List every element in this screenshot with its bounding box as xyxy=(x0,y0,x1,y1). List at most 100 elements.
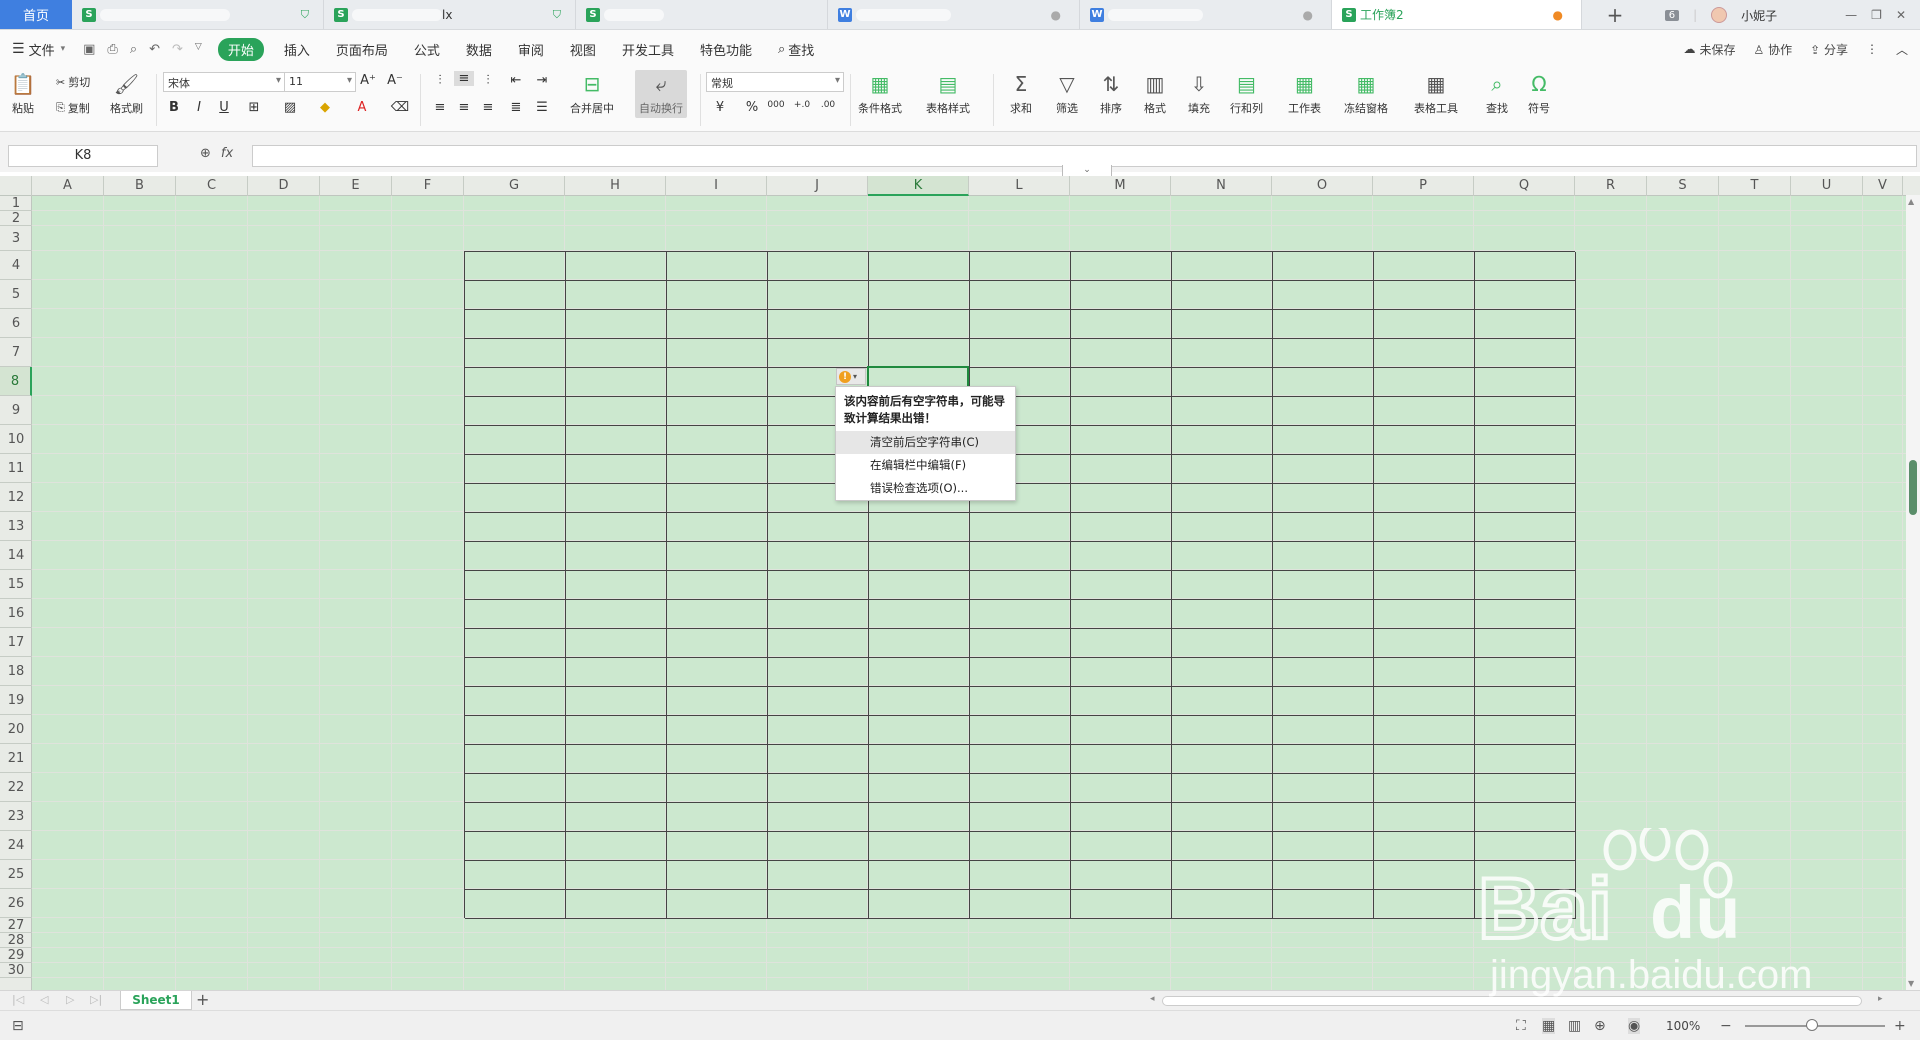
save-icon[interactable]: ▣ xyxy=(83,42,95,57)
decrease-font-icon[interactable]: A⁻ xyxy=(385,73,405,88)
page-break-view-icon[interactable]: ▥ xyxy=(1568,1018,1581,1034)
error-check-options-option[interactable]: 错误检查选项(O)... xyxy=(836,477,1015,500)
row-header-20[interactable]: 20 xyxy=(0,715,32,744)
doc-tab-3[interactable]: S xyxy=(576,0,828,29)
italic-icon[interactable]: I xyxy=(189,100,209,115)
column-header-J[interactable]: J xyxy=(767,176,868,196)
doc-tab-4[interactable]: W ● xyxy=(828,0,1080,29)
column-header-I[interactable]: I xyxy=(666,176,767,196)
fill-color-icon[interactable]: ◆ xyxy=(315,100,335,115)
menu-tab-formula[interactable]: 公式 xyxy=(414,40,440,59)
symbol-button[interactable]: Ω 符号 xyxy=(1526,72,1552,116)
row-header-6[interactable]: 6 xyxy=(0,309,32,338)
prev-sheet-icon[interactable]: ◁ xyxy=(40,993,48,1006)
font-name-select[interactable]: 宋体 xyxy=(163,72,285,92)
column-header-C[interactable]: C xyxy=(176,176,248,196)
menu-search[interactable]: 查找 xyxy=(788,40,814,59)
paste-button[interactable]: 📋 粘贴 xyxy=(10,72,36,116)
scroll-left-icon[interactable]: ◂ xyxy=(1150,994,1155,1004)
percent-icon[interactable]: % xyxy=(742,100,762,115)
column-header-K[interactable]: K xyxy=(868,176,969,196)
column-header-D[interactable]: D xyxy=(248,176,320,196)
align-middle-icon[interactable]: ≡ xyxy=(454,71,474,86)
redo-icon[interactable]: ↷ xyxy=(172,42,183,57)
format-button[interactable]: ▥ 格式 xyxy=(1142,72,1168,116)
menu-tab-data[interactable]: 数据 xyxy=(466,40,492,59)
user-avatar[interactable] xyxy=(1711,7,1728,23)
scroll-up-icon[interactable]: ▲ xyxy=(1908,197,1914,206)
zoom-formula-icon[interactable]: ⊕ xyxy=(200,146,211,161)
conditional-format-button[interactable]: ▦ 条件格式 xyxy=(858,72,902,116)
currency-icon[interactable]: ¥ xyxy=(710,100,730,115)
menu-tab-features[interactable]: 特色功能 xyxy=(700,40,752,59)
file-menu[interactable]: 文件 xyxy=(29,40,55,59)
row-header-5[interactable]: 5 xyxy=(0,280,32,309)
align-bottom-icon[interactable]: ⫶ xyxy=(478,73,498,88)
row-header-13[interactable]: 13 xyxy=(0,512,32,541)
row-header-23[interactable]: 23 xyxy=(0,802,32,831)
number-format-select[interactable]: 常规 xyxy=(706,72,844,92)
customize-icon[interactable]: ▽ xyxy=(195,42,202,57)
error-check-button[interactable]: ! ▾ xyxy=(836,368,866,385)
row-header-12[interactable]: 12 xyxy=(0,483,32,512)
next-sheet-icon[interactable]: ▷ xyxy=(66,993,74,1006)
scroll-thumb[interactable] xyxy=(1909,460,1917,515)
underline-icon[interactable]: U xyxy=(214,100,234,115)
menu-tab-developer[interactable]: 开发工具 xyxy=(622,40,674,59)
collaborate-button[interactable]: ♙ 协作 xyxy=(1754,41,1793,58)
select-all-corner[interactable] xyxy=(0,176,32,196)
clear-format-icon[interactable]: ⌫ xyxy=(390,100,410,115)
sum-button[interactable]: Σ 求和 xyxy=(1008,72,1034,116)
row-header-1[interactable]: 1 xyxy=(0,196,32,211)
fill-pattern-icon[interactable]: ▨ xyxy=(280,100,300,115)
column-header-Q[interactable]: Q xyxy=(1474,176,1575,196)
indent-decrease-icon[interactable]: ⇤ xyxy=(506,73,526,88)
last-sheet-icon[interactable]: ▷| xyxy=(90,993,102,1006)
eye-protection-icon[interactable]: ◉ xyxy=(1628,1018,1641,1034)
filter-button[interactable]: ▽ 筛选 xyxy=(1054,72,1080,116)
border-icon[interactable]: ⊞ xyxy=(244,100,264,115)
row-header-7[interactable]: 7 xyxy=(0,338,32,367)
close-icon[interactable]: ✕ xyxy=(1896,8,1906,22)
worksheet-button[interactable]: ▦ 工作表 xyxy=(1288,72,1321,116)
freeze-button[interactable]: ▦ 冻结窗格 xyxy=(1344,72,1388,116)
menu-tab-insert[interactable]: 插入 xyxy=(284,40,310,59)
chevron-down-icon[interactable]: ▾ xyxy=(61,44,66,54)
row-header-15[interactable]: 15 xyxy=(0,570,32,599)
doc-tab-1[interactable]: S ⛉ xyxy=(72,0,324,29)
find-button[interactable]: ⌕ 查找 xyxy=(1484,72,1510,116)
column-header-M[interactable]: M xyxy=(1070,176,1171,196)
column-header-B[interactable]: B xyxy=(104,176,176,196)
font-color-icon[interactable]: A xyxy=(352,100,372,115)
row-header-19[interactable]: 19 xyxy=(0,686,32,715)
indent-increase-icon[interactable]: ⇥ xyxy=(532,73,552,88)
row-header-25[interactable]: 25 xyxy=(0,860,32,889)
formula-input[interactable] xyxy=(252,145,1917,167)
home-tab[interactable]: 首页 xyxy=(0,0,72,29)
increase-font-icon[interactable]: A⁺ xyxy=(358,73,378,88)
sheet-tab-sheet1[interactable]: Sheet1 xyxy=(120,991,192,1010)
align-center-icon[interactable]: ≡ xyxy=(454,100,474,115)
row-header-3[interactable]: 3 xyxy=(0,226,32,251)
column-header-T[interactable]: T xyxy=(1719,176,1791,196)
column-header-L[interactable]: L xyxy=(969,176,1070,196)
fullscreen-icon[interactable]: ⛶ xyxy=(1516,1018,1526,1034)
column-header-U[interactable]: U xyxy=(1791,176,1863,196)
row-header-28[interactable]: 28 xyxy=(0,933,32,948)
format-painter-button[interactable]: 🖌 格式刷 xyxy=(110,72,143,116)
normal-view-icon[interactable]: ▦ xyxy=(1542,1018,1556,1034)
wrap-text-button[interactable]: ⤶ 自动换行 xyxy=(635,70,687,118)
column-header-A[interactable]: A xyxy=(32,176,104,196)
distributed-icon[interactable]: ☰ xyxy=(532,100,552,115)
column-header-P[interactable]: P xyxy=(1373,176,1474,196)
table-style-button[interactable]: ▤ 表格样式 xyxy=(926,72,970,116)
horizontal-scrollbar[interactable]: ◂ ▸ xyxy=(1150,994,1890,1007)
collapse-ribbon-icon[interactable]: ︿ xyxy=(1896,41,1908,58)
scroll-down-icon[interactable]: ▼ xyxy=(1908,979,1914,988)
zoom-level[interactable]: 100% xyxy=(1666,1019,1700,1033)
undo-icon[interactable]: ↶ xyxy=(149,42,160,57)
add-sheet-icon[interactable]: + xyxy=(196,990,209,1009)
bold-icon[interactable]: B xyxy=(164,100,184,115)
edit-in-formula-bar-option[interactable]: 在编辑栏中编辑(F) xyxy=(836,454,1015,477)
justify-icon[interactable]: ≣ xyxy=(506,100,526,115)
